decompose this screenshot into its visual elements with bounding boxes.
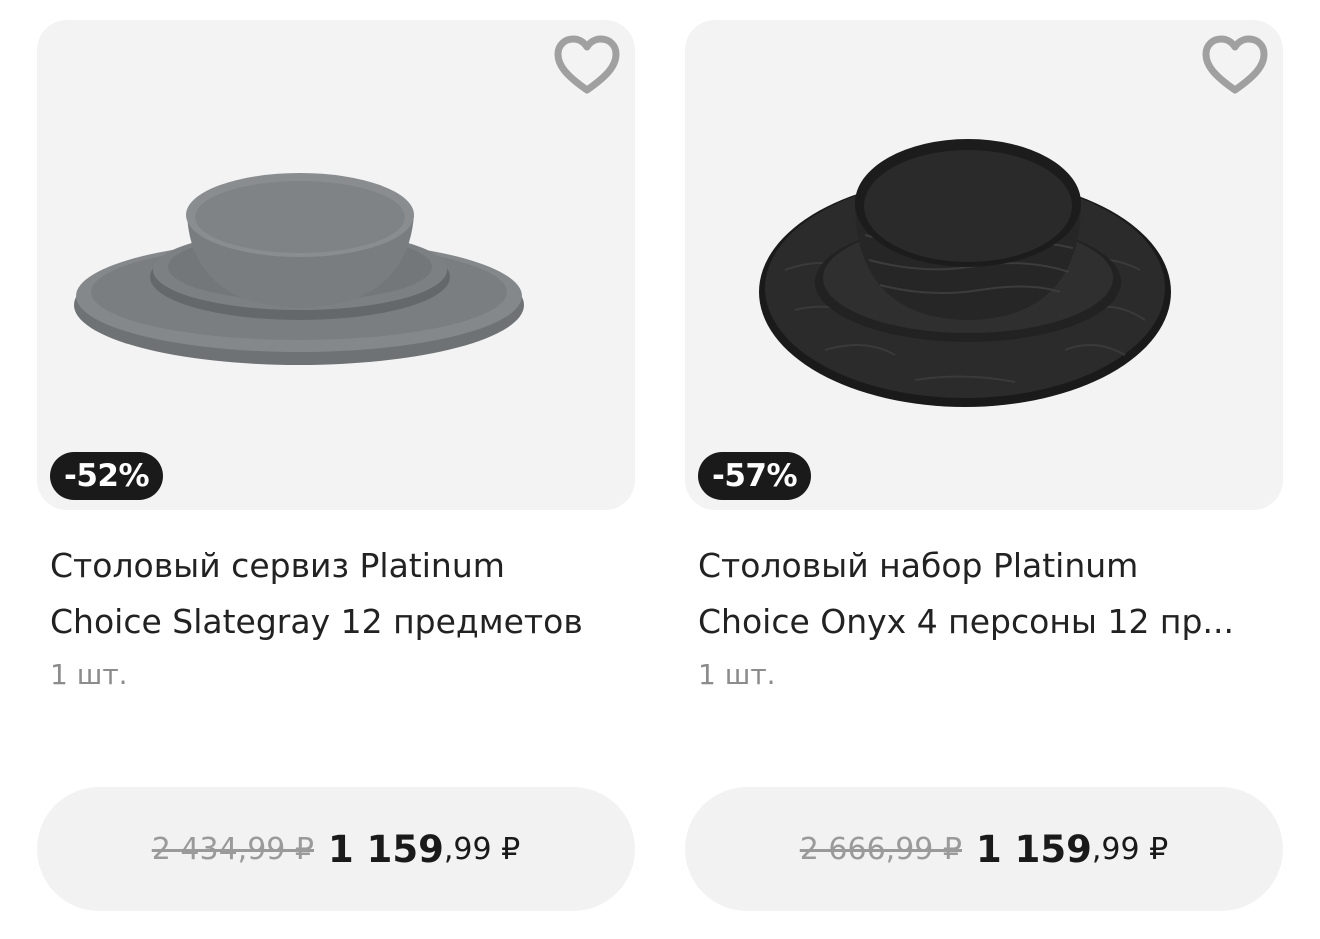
product-title[interactable]: Столовый набор Platinum Choice Onyx 4 пе… xyxy=(698,538,1278,650)
gray-dinnerware-image xyxy=(74,173,524,365)
black-dinnerware-image xyxy=(759,139,1171,407)
product-title-line: Choice Onyx 4 персоны 12 пр... xyxy=(698,602,1234,641)
new-price-integer: 1 159 xyxy=(976,827,1092,871)
heart-icon[interactable] xyxy=(553,34,621,96)
product-title-line: Choice Slategray 12 предметов xyxy=(50,602,583,641)
discount-badge: -57% xyxy=(698,452,812,500)
old-price: 2 434,99 ₽ xyxy=(151,831,314,867)
add-to-cart-price-button[interactable]: 2 666,99 ₽ 1 159,99 ₽ xyxy=(685,787,1283,911)
product-title-line: Столовый сервиз Platinum xyxy=(50,546,505,585)
product-grid: -52% Столовый сервиз Platinum Choice Sla… xyxy=(0,0,1320,939)
new-price-fraction: ,99 ₽ xyxy=(1091,831,1169,867)
product-title[interactable]: Столовый сервиз Platinum Choice Slategra… xyxy=(50,538,630,650)
product-quantity: 1 шт. xyxy=(698,658,776,691)
product-card[interactable]: -57% Столовый набор Platinum Choice Onyx… xyxy=(685,20,1283,911)
add-to-cart-price-button[interactable]: 2 434,99 ₽ 1 159,99 ₽ xyxy=(37,787,635,911)
heart-icon[interactable] xyxy=(1201,34,1269,96)
product-title-line: Столовый набор Platinum xyxy=(698,546,1139,585)
old-price: 2 666,99 ₽ xyxy=(799,831,962,867)
product-image-area[interactable]: -52% xyxy=(37,20,635,510)
new-price-fraction: ,99 ₽ xyxy=(443,831,521,867)
product-quantity: 1 шт. xyxy=(50,658,128,691)
new-price-integer: 1 159 xyxy=(328,827,444,871)
discount-badge: -52% xyxy=(50,452,164,500)
product-card[interactable]: -52% Столовый сервиз Platinum Choice Sla… xyxy=(37,20,635,911)
product-image-area[interactable]: -57% xyxy=(685,20,1283,510)
